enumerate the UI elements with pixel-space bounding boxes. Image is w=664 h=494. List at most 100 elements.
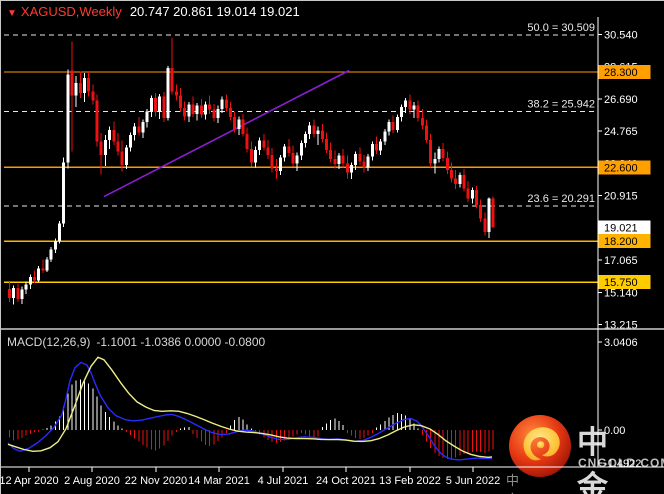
candle-bear xyxy=(191,104,195,114)
candle-bear xyxy=(87,77,91,92)
macd-axis-label: 0.00 xyxy=(604,425,625,437)
candle-bull xyxy=(379,141,383,151)
candle-bull xyxy=(66,74,70,163)
candle-bear xyxy=(183,108,187,117)
candle-bear xyxy=(483,218,487,232)
candle-bear xyxy=(479,205,483,219)
candle-bull xyxy=(458,174,462,185)
candle-bull xyxy=(308,125,312,134)
candle-bull xyxy=(45,259,49,271)
candle-bear xyxy=(475,190,479,206)
chart-canvas[interactable]: 50.0 = 30.509 38.2 = 25.942 23.6 = 20.291 3… xyxy=(1,1,664,494)
symbol-dropdown-icon[interactable]: ▼ xyxy=(7,8,17,19)
macd-axis-label: -1.4922 xyxy=(604,458,641,470)
fib-label: 23.6 = 20.291 xyxy=(527,193,595,205)
candle-bear xyxy=(174,91,178,96)
fib-label: 38.2 = 25.942 xyxy=(527,98,595,110)
candle-bull xyxy=(366,156,370,168)
time-axis-label[interactable]: 12 Apr 2020 xyxy=(1,475,59,487)
candle-bear xyxy=(120,151,124,165)
candle-bull xyxy=(470,190,474,199)
trendline xyxy=(103,69,350,198)
price-axis-label[interactable]: 15.140 xyxy=(604,287,638,299)
candle-bull xyxy=(279,157,283,171)
candle-bull xyxy=(283,146,287,158)
candle-bull xyxy=(237,119,241,129)
candle-bull xyxy=(299,143,303,156)
price-axis-label[interactable]: 20.915 xyxy=(604,191,638,203)
mt4-chart-window: 中金网 CNGOLD.COM.CN 中 文 财 经 新 媒 体 50.0 = 3… xyxy=(0,0,664,494)
candle-bear xyxy=(245,133,249,150)
candle-bull xyxy=(399,107,403,118)
candle-bear xyxy=(70,70,74,96)
candle-bear xyxy=(178,95,182,109)
candle-bull xyxy=(37,268,41,281)
candle-bear xyxy=(324,138,328,150)
candle-bear xyxy=(345,163,349,173)
candle-bear xyxy=(312,125,316,134)
candle-bear xyxy=(249,149,253,163)
candle-bull xyxy=(349,164,353,173)
candle-bear xyxy=(41,268,45,271)
candle-bull xyxy=(74,82,78,96)
time-axis-label[interactable]: 13 Feb 2022 xyxy=(379,475,441,487)
candle-bull xyxy=(124,147,128,165)
chart-title-bar: ▼ XAGUSD,Weekly 20.747 20.861 19.014 19.02… xyxy=(7,4,300,19)
candle-bear xyxy=(287,146,291,154)
candle-bear xyxy=(33,277,37,281)
time-axis-label[interactable]: 5 Jun 2022 xyxy=(446,475,500,487)
symbol-period-label: XAGUSD,Weekly xyxy=(20,4,122,19)
candle-bull xyxy=(108,129,112,140)
candle-bull xyxy=(220,99,224,109)
macd-values: -1.1001 -1.0386 0.0000 -0.0800 xyxy=(96,335,266,349)
candle-bear xyxy=(116,141,120,152)
candle-bear xyxy=(137,126,141,133)
candle-bear xyxy=(341,155,345,164)
candle-bull xyxy=(103,139,107,155)
candle-bear xyxy=(333,159,337,165)
macd-indicator-label: MACD(12,26,9) -1.1001 -1.0386 0.0000 -0.0… xyxy=(7,335,265,349)
candle-bull xyxy=(304,133,308,144)
price-axis-label[interactable]: 26.690 xyxy=(604,94,638,106)
candle-bear xyxy=(99,141,103,155)
price-axis-label[interactable]: 13.215 xyxy=(604,320,638,332)
time-axis-label[interactable]: 24 Oct 2021 xyxy=(316,475,376,487)
candle-bull xyxy=(62,162,66,224)
candle-bear xyxy=(270,154,274,169)
candle-bear xyxy=(329,149,333,160)
candle-bull xyxy=(487,198,491,232)
candle-bear xyxy=(291,153,295,164)
candle-bull xyxy=(258,140,262,150)
candle-bull xyxy=(337,155,341,165)
macd-name: MACD(12,26,9) xyxy=(7,335,91,349)
candle-bull xyxy=(158,96,162,113)
time-axis-label[interactable]: 22 Nov 2020 xyxy=(125,475,187,487)
candle-bear xyxy=(153,97,157,113)
candle-bull xyxy=(370,144,374,157)
candle-bull xyxy=(20,289,24,299)
time-axis-label[interactable]: 4 Jul 2021 xyxy=(258,475,309,487)
candle-bull xyxy=(354,154,358,165)
candle-bull xyxy=(187,104,191,117)
price-axis-label[interactable]: 24.765 xyxy=(604,126,638,138)
candle-bear xyxy=(420,118,424,126)
candle-bear xyxy=(170,67,174,92)
candle-bear xyxy=(450,169,454,179)
candle-bull xyxy=(166,67,170,119)
candle-bull xyxy=(49,249,53,260)
candle-bull xyxy=(404,100,408,108)
candle-bull xyxy=(395,117,399,130)
candle-bear xyxy=(408,100,412,110)
time-axis-label[interactable]: 2 Aug 2020 xyxy=(64,475,120,487)
price-axis-label[interactable]: 17.065 xyxy=(604,255,638,267)
candle-bear xyxy=(425,125,428,140)
time-axis-label[interactable]: 14 Mar 2021 xyxy=(188,475,250,487)
candle-bear xyxy=(241,119,245,134)
candle-bear xyxy=(16,288,20,299)
candle-bear xyxy=(95,100,99,142)
candle-bull xyxy=(387,122,391,132)
candle-bear xyxy=(8,288,11,299)
price-axis-label[interactable]: 30.540 xyxy=(604,30,638,42)
candle-bear xyxy=(362,161,366,168)
candle-bear xyxy=(262,140,266,148)
